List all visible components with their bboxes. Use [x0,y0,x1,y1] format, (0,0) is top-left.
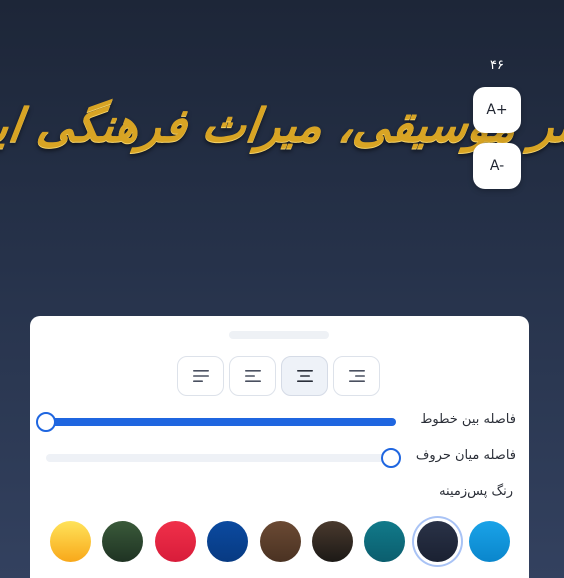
align-left-button[interactable] [229,356,276,396]
align-right-icon [348,370,365,382]
swatch-navy[interactable] [207,520,249,562]
swatch-red[interactable] [154,520,196,562]
line-spacing-thumb[interactable] [36,412,56,432]
settings-panel: فاصله بین خطوط فاصله میان حروف رنگ پس‌زم… [30,316,529,578]
letter-spacing-row: فاصله میان حروف [46,445,516,471]
line-spacing-slider[interactable] [36,412,396,432]
swatch-dark-brown[interactable] [311,520,353,562]
increase-font-button[interactable]: A+ [473,87,521,133]
align-center-icon [296,370,313,382]
panel-drag-handle[interactable] [229,331,329,339]
line-spacing-row: فاصله بین خطوط [36,409,516,435]
text-preview: هنر موسیقی، میراث فرهنگی ایران [0,60,564,190]
letter-spacing-slider[interactable] [46,448,401,468]
font-size-value: ۴۶ [490,58,504,73]
background-color-label: رنگ پس‌زمینه [439,484,513,499]
background-swatches [50,519,510,563]
line-spacing-label: فاصله بین خطوط [420,412,516,427]
swatch-sky-blue[interactable] [469,520,510,562]
letter-spacing-label: فاصله میان حروف [415,448,516,463]
swatch-brown[interactable] [259,520,301,562]
swatch-forest[interactable] [102,520,144,562]
alignment-group [177,356,380,396]
align-center-button[interactable] [281,356,328,396]
swatch-teal[interactable] [364,520,406,562]
align-justify-button[interactable] [177,356,224,396]
swatch-sunny[interactable] [50,520,91,562]
align-justify-icon [192,370,209,382]
line-spacing-fill [46,418,396,426]
letter-spacing-thumb[interactable] [381,448,401,468]
align-left-icon [244,370,261,382]
align-right-button[interactable] [333,356,380,396]
swatch-midnight[interactable] [416,520,458,562]
decrease-font-button[interactable]: A- [473,143,521,189]
